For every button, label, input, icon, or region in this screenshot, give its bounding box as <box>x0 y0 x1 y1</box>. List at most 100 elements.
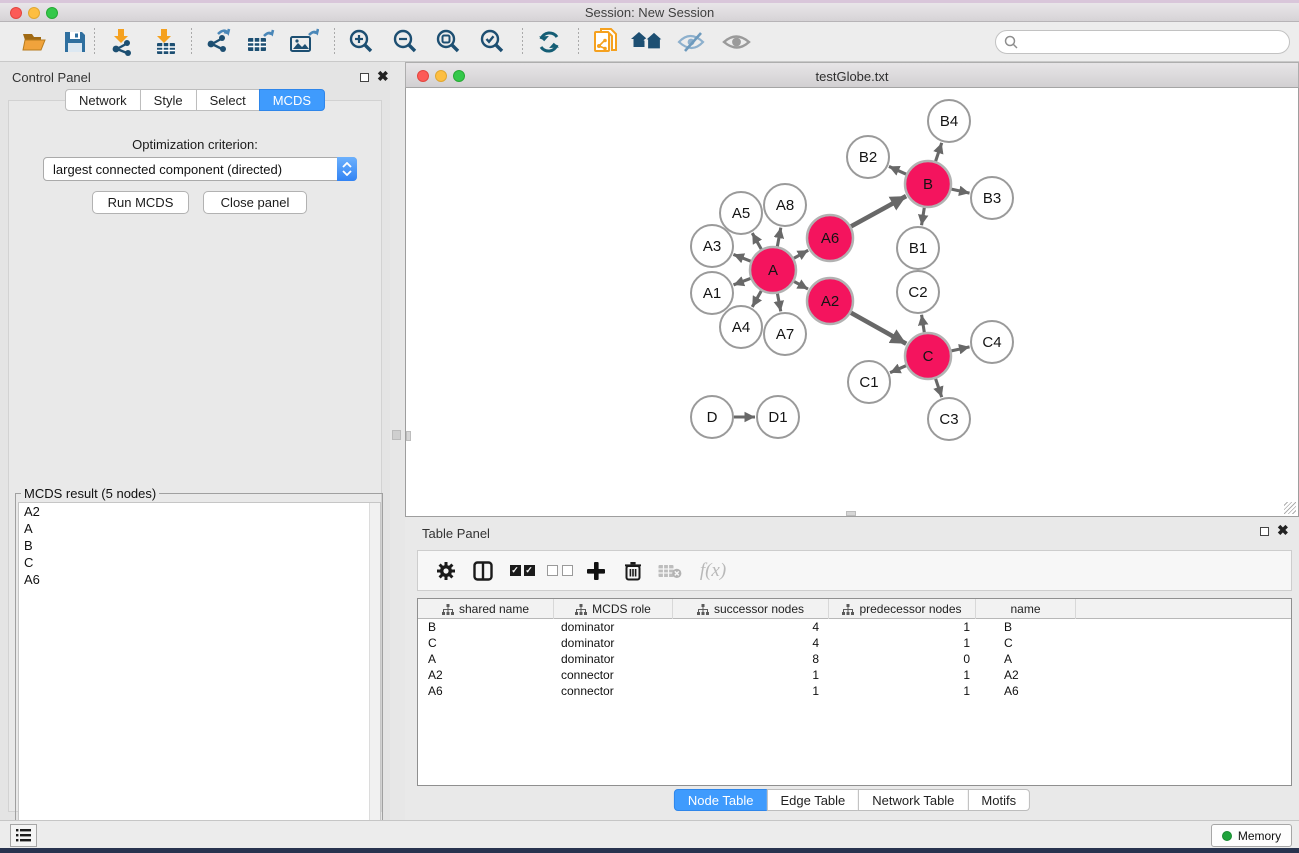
mcds-list-scrollbar[interactable] <box>369 503 380 835</box>
edge-B-B2[interactable] <box>889 166 906 174</box>
mcds-result-list[interactable]: A2ABCA6 <box>18 502 381 836</box>
node-A2[interactable]: A2 <box>807 278 853 324</box>
panel-divider[interactable] <box>390 62 405 820</box>
edge-C-C1[interactable] <box>890 366 906 373</box>
table-cell[interactable]: A2 <box>976 667 1076 683</box>
show-all-icon[interactable] <box>719 26 753 58</box>
node-B3[interactable]: B3 <box>971 177 1013 219</box>
search-field[interactable] <box>995 30 1290 54</box>
node-A[interactable]: A <box>750 247 796 293</box>
edge-A-A6[interactable] <box>794 250 808 258</box>
close-panel-button[interactable]: Close panel <box>203 191 307 214</box>
new-network-file-icon[interactable] <box>590 26 624 58</box>
edge-A-A1[interactable] <box>734 278 751 284</box>
edge-A-A8[interactable] <box>777 228 780 247</box>
network-resize-grip[interactable] <box>1284 502 1296 514</box>
table-row[interactable]: Adominator80A <box>418 651 1291 667</box>
tab-style[interactable]: Style <box>140 89 197 111</box>
node-C[interactable]: C <box>905 333 951 379</box>
table-cell[interactable]: A6 <box>976 683 1076 699</box>
node-A3[interactable]: A3 <box>691 225 733 267</box>
apply-layout-icon[interactable] <box>532 26 566 58</box>
network-vscroll-thumb[interactable] <box>406 431 411 441</box>
import-table-icon[interactable] <box>149 26 183 58</box>
zoom-in-icon[interactable] <box>344 26 378 58</box>
mcds-result-item[interactable]: A6 <box>19 571 380 588</box>
save-session-icon[interactable] <box>58 26 92 58</box>
edge-C-C3[interactable] <box>936 379 942 397</box>
float-table-panel-icon[interactable] <box>1260 527 1269 536</box>
edge-A-A5[interactable] <box>752 233 761 249</box>
table-cell[interactable]: B <box>976 619 1076 635</box>
deselect-all-checkboxes-icon[interactable] <box>542 551 578 590</box>
table-cell[interactable]: 0 <box>829 651 976 667</box>
node-B1[interactable]: B1 <box>897 227 939 269</box>
table-row[interactable]: A6connector11A6 <box>418 683 1291 699</box>
network-hscroll-thumb[interactable] <box>846 511 856 516</box>
table-cell[interactable]: A <box>976 651 1076 667</box>
edge-A-A4[interactable] <box>752 291 761 307</box>
divider-grip[interactable] <box>392 430 401 440</box>
edge-A-A7[interactable] <box>777 294 780 312</box>
table-cell[interactable]: 4 <box>673 619 829 635</box>
mcds-result-item[interactable]: A2 <box>19 503 380 520</box>
edge-B-B3[interactable] <box>951 189 969 193</box>
dropdown-stepper-icon[interactable] <box>337 157 357 181</box>
memory-button[interactable]: Memory <box>1211 824 1292 847</box>
column-header-MCDS-role[interactable]: MCDS role <box>554 599 673 619</box>
edge-B-B1[interactable] <box>922 208 925 226</box>
table-settings-icon[interactable] <box>428 551 464 590</box>
zoom-selected-icon[interactable] <box>475 26 509 58</box>
float-panel-icon[interactable] <box>360 73 369 82</box>
table-cell[interactable]: connector <box>554 667 673 683</box>
node-A6[interactable]: A6 <box>807 215 853 261</box>
node-C1[interactable]: C1 <box>848 361 890 403</box>
network-graph[interactable]: B4B2BB3A8A5A6A3B1AC2A1A2A4A7C4CC1DD1C3 <box>406 88 1299 516</box>
network-view[interactable]: B4B2BB3A8A5A6A3B1AC2A1A2A4A7C4CC1DD1C3 <box>405 88 1299 517</box>
table-row[interactable]: Cdominator41C <box>418 635 1291 651</box>
close-panel-icon[interactable]: ✖ <box>377 68 389 85</box>
column-header-successor-nodes[interactable]: successor nodes <box>673 599 829 619</box>
node-B4[interactable]: B4 <box>928 100 970 142</box>
table-cell[interactable]: 1 <box>673 667 829 683</box>
close-table-panel-icon[interactable]: ✖ <box>1277 522 1289 539</box>
export-image-icon[interactable] <box>287 26 321 58</box>
import-network-icon[interactable] <box>106 26 140 58</box>
node-C2[interactable]: C2 <box>897 271 939 313</box>
table-cell[interactable]: A6 <box>418 683 554 699</box>
delete-column-icon[interactable] <box>615 551 651 590</box>
zoom-fit-icon[interactable] <box>431 26 465 58</box>
column-header-shared-name[interactable]: shared name <box>418 599 554 619</box>
tab-network-table[interactable]: Network Table <box>858 789 968 811</box>
hide-selected-icon[interactable] <box>674 26 708 58</box>
table-cell[interactable]: 1 <box>829 619 976 635</box>
table-cell[interactable]: dominator <box>554 635 673 651</box>
show-panels-button[interactable] <box>10 824 37 847</box>
table-row[interactable]: Bdominator41B <box>418 619 1291 635</box>
node-A7[interactable]: A7 <box>764 313 806 355</box>
mcds-result-item[interactable]: C <box>19 554 380 571</box>
edge-A-A2[interactable] <box>794 281 808 289</box>
edge-A6-B[interactable] <box>851 196 906 226</box>
network-window-titlebar[interactable]: testGlobe.txt <box>405 62 1299 88</box>
table-cell[interactable]: 8 <box>673 651 829 667</box>
node-B[interactable]: B <box>905 161 951 207</box>
node-table[interactable]: shared nameMCDS rolesuccessor nodesprede… <box>417 598 1292 786</box>
table-cell[interactable]: 1 <box>829 667 976 683</box>
column-header-predecessor-nodes[interactable]: predecessor nodes <box>829 599 976 619</box>
node-C4[interactable]: C4 <box>971 321 1013 363</box>
table-cell[interactable]: B <box>418 619 554 635</box>
table-cell[interactable]: dominator <box>554 619 673 635</box>
tab-motifs[interactable]: Motifs <box>967 789 1030 811</box>
table-cell[interactable]: A <box>418 651 554 667</box>
tab-mcds[interactable]: MCDS <box>259 89 325 111</box>
open-session-icon[interactable] <box>18 26 52 58</box>
optimization-dropdown[interactable]: largest connected component (directed) <box>43 157 357 181</box>
node-C3[interactable]: C3 <box>928 398 970 440</box>
table-cell[interactable]: 4 <box>673 635 829 651</box>
tab-node-table[interactable]: Node Table <box>674 789 768 811</box>
edge-C-C2[interactable] <box>922 315 925 333</box>
edge-A-A3[interactable] <box>733 254 750 261</box>
tab-network[interactable]: Network <box>65 89 141 111</box>
tab-edge-table[interactable]: Edge Table <box>766 789 859 811</box>
